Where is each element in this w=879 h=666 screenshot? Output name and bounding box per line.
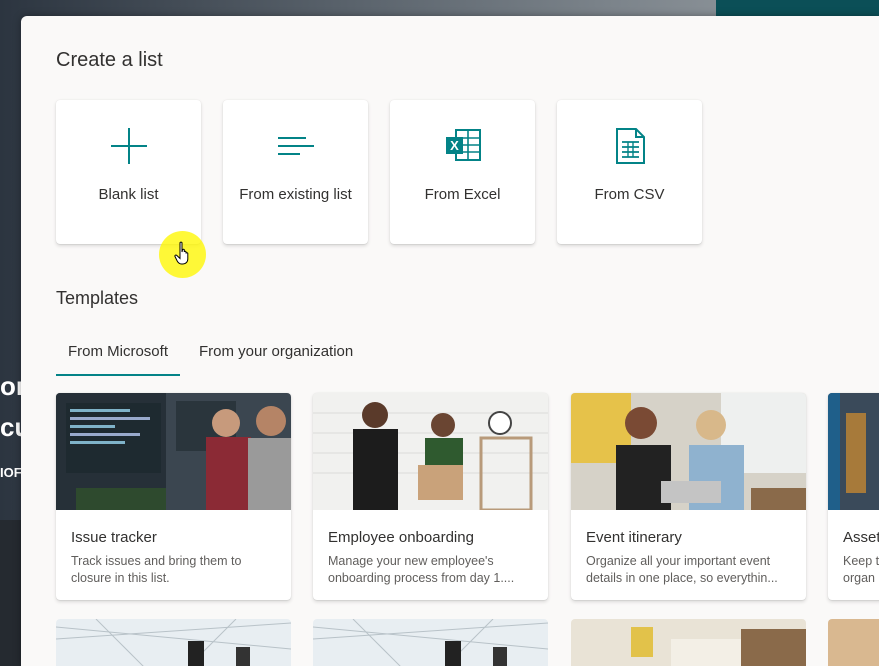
template-card-asset[interactable]: Asset Keep t organ bbox=[828, 393, 879, 600]
background-text-3: IOF bbox=[0, 465, 22, 480]
template-card-issue-tracker[interactable]: Issue tracker Track issues and bring the… bbox=[56, 393, 291, 600]
from-excel-card[interactable]: X From Excel bbox=[390, 100, 535, 244]
list-lines-icon bbox=[277, 137, 314, 155]
template-title: Issue tracker bbox=[71, 529, 157, 546]
svg-text:X: X bbox=[450, 138, 459, 153]
template-description: Manage your new employee's onboarding pr… bbox=[328, 554, 515, 585]
plus-icon bbox=[110, 128, 147, 164]
template-title: Employee onboarding bbox=[328, 529, 474, 546]
template-description: Track issues and bring them to closure i… bbox=[71, 554, 242, 585]
background-teal-bar bbox=[716, 0, 879, 16]
asset-image bbox=[828, 393, 879, 510]
template-row2-image bbox=[56, 619, 291, 666]
tab-from-microsoft[interactable]: From Microsoft bbox=[56, 338, 180, 376]
from-existing-list-card[interactable]: From existing list bbox=[223, 100, 368, 244]
templates-heading: Templates bbox=[56, 288, 139, 308]
template-description: Organize all your important event detail… bbox=[586, 554, 778, 585]
from-excel-label: From Excel bbox=[424, 186, 501, 203]
hand-pointer-icon bbox=[174, 241, 189, 265]
from-existing-list-label: From existing list bbox=[239, 186, 352, 203]
template-description: Keep t organ bbox=[843, 554, 879, 585]
template-card-row2-1[interactable] bbox=[56, 619, 291, 666]
template-card-event-itinerary[interactable]: Event itinerary Organize all your import… bbox=[571, 393, 806, 600]
template-title: Event itinerary bbox=[586, 529, 682, 546]
from-csv-card[interactable]: From CSV bbox=[557, 100, 702, 244]
blank-list-label: Blank list bbox=[98, 186, 159, 203]
template-card-employee-onboarding[interactable]: Employee onboarding Manage your new empl… bbox=[313, 393, 548, 600]
event-itinerary-image bbox=[571, 393, 806, 510]
issue-tracker-image bbox=[56, 393, 291, 510]
employee-onboarding-image bbox=[313, 393, 548, 510]
excel-icon: X bbox=[445, 129, 481, 161]
template-card-row2-3[interactable] bbox=[571, 619, 806, 666]
tab-from-your-organization[interactable]: From your organization bbox=[199, 338, 353, 374]
create-list-heading: Create a list bbox=[56, 49, 163, 71]
from-csv-label: From CSV bbox=[594, 186, 665, 203]
template-row2-image bbox=[828, 619, 879, 666]
template-card-row2-4[interactable] bbox=[828, 619, 879, 666]
blank-list-card[interactable]: Blank list bbox=[56, 100, 201, 244]
template-card-row2-2[interactable] bbox=[313, 619, 548, 666]
csv-file-icon bbox=[615, 128, 645, 164]
template-row2-image bbox=[313, 619, 548, 666]
template-row2-image bbox=[571, 619, 806, 666]
create-list-panel: Create a list Blank list From existing l… bbox=[21, 16, 879, 666]
template-title: Asset bbox=[843, 529, 879, 546]
